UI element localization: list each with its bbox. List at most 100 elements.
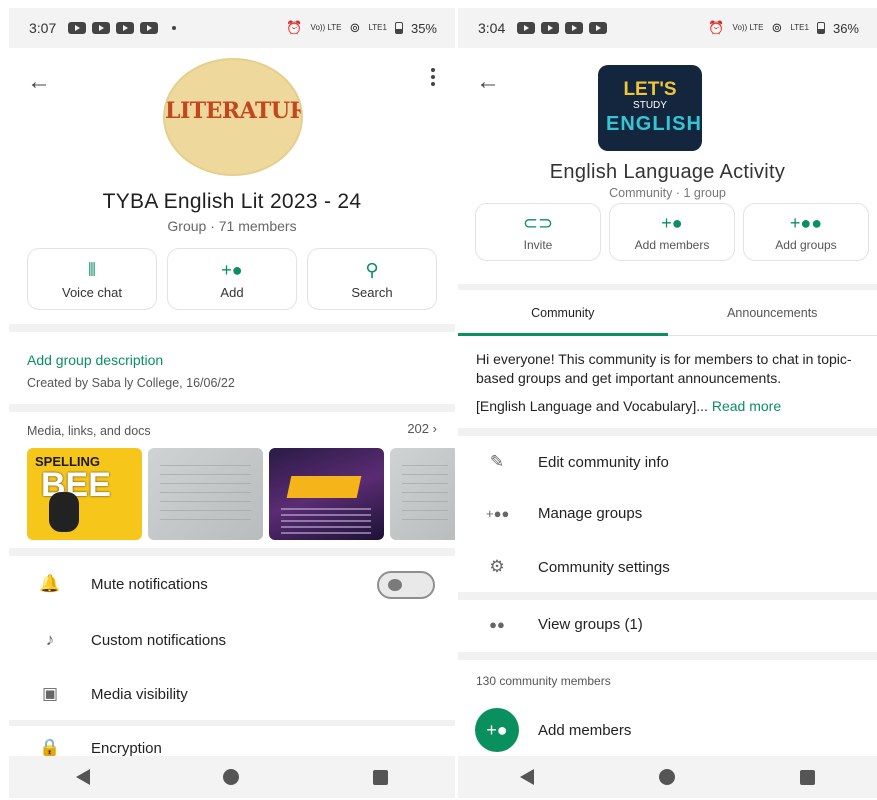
mute-toggle[interactable] xyxy=(377,571,435,599)
community-meta: Community · 1 group xyxy=(609,186,726,200)
add-button[interactable]: +● Add xyxy=(167,248,297,310)
chevron-right-icon: › xyxy=(432,421,437,436)
search-label: Search xyxy=(351,284,393,300)
status-bar: 3:07 ⏰ Vo)) LTE ⊚ LTE1 35% xyxy=(9,8,455,48)
custom-notifications-row[interactable]: ♪ Custom notifications xyxy=(9,630,455,650)
youtube-notification-icon xyxy=(116,22,135,34)
section-divider xyxy=(458,652,877,660)
search-button[interactable]: ⚲ Search xyxy=(307,248,437,310)
row-label: Community settings xyxy=(538,558,670,576)
youtube-notification-icon xyxy=(541,22,560,34)
nav-back-icon[interactable] xyxy=(520,769,535,785)
group-avatar[interactable]: LITERATURE xyxy=(163,58,303,176)
add-groups-label: Add groups xyxy=(775,238,837,252)
add-members-label: Add members xyxy=(634,238,710,252)
more-notifications-dot-icon xyxy=(172,26,177,30)
invite-button[interactable]: ⊂⊃ Invite xyxy=(475,203,601,261)
more-options-icon[interactable] xyxy=(431,68,435,89)
search-icon: ⚲ xyxy=(365,259,379,280)
add-person-icon: +● xyxy=(221,259,243,280)
tab-announcements[interactable]: Announcements xyxy=(668,290,877,335)
gear-icon: ⚙ xyxy=(489,557,505,576)
manage-groups-icon: +●● xyxy=(486,506,510,521)
status-time: 3:04 xyxy=(478,20,506,36)
nav-recents-icon[interactable] xyxy=(799,769,815,785)
row-label: View groups (1) xyxy=(538,616,643,633)
row-label: Encryption xyxy=(91,739,162,757)
battery-percent: 36% xyxy=(832,20,859,36)
community-info-screen: 3:04 ⏰ Vo)) LTE ⊚ LTE1 36% ← LET'S STUDY… xyxy=(458,8,877,798)
media-thumb-spelling-bee[interactable]: SPELLING BEE xyxy=(27,448,142,540)
group-actions: ⦀ Voice chat +● Add ⚲ Search xyxy=(27,248,437,310)
hotspot-icon: ⊚ xyxy=(349,20,361,35)
row-label: Add members xyxy=(538,721,632,739)
voice-chat-icon: ⦀ xyxy=(88,259,96,280)
read-more-link[interactable]: Read more xyxy=(712,398,781,414)
alarm-icon: ⏰ xyxy=(286,20,303,35)
nav-recents-icon[interactable] xyxy=(373,769,389,785)
music-note-icon: ♪ xyxy=(45,630,55,649)
avatar-text: ENGLISH xyxy=(606,113,702,135)
youtube-notification-icon xyxy=(589,22,608,34)
community-name: English Language Activity xyxy=(549,161,786,183)
community-settings-row[interactable]: ⚙ Community settings xyxy=(458,557,877,577)
youtube-notification-icon xyxy=(140,22,159,34)
row-label: Edit community info xyxy=(538,453,669,471)
row-label: Manage groups xyxy=(538,505,643,522)
media-count: 202 xyxy=(407,421,430,436)
community-avatar[interactable]: LET'S STUDY ENGLISH xyxy=(598,65,702,151)
volte-indicator: Vo)) LTE xyxy=(732,23,764,32)
view-groups-row[interactable]: ●● View groups (1) xyxy=(458,616,877,633)
section-divider xyxy=(458,428,877,436)
media-thumb-document[interactable] xyxy=(148,448,263,540)
group-meta: Group · 71 members xyxy=(167,218,297,234)
tab-community[interactable]: Community xyxy=(458,290,668,336)
nav-home-icon[interactable] xyxy=(658,769,675,785)
add-members-button[interactable]: +● Add members xyxy=(609,203,735,261)
image-icon: ▣ xyxy=(41,684,59,703)
status-bar: 3:04 ⏰ Vo)) LTE ⊚ LTE1 36% xyxy=(458,8,877,48)
community-description: Hi everyone! This community is for membe… xyxy=(476,351,852,386)
battery-icon xyxy=(816,22,825,34)
media-count-link[interactable]: 202 › xyxy=(407,421,437,436)
avatar-text: LET'S xyxy=(623,79,677,100)
voice-chat-button[interactable]: ⦀ Voice chat xyxy=(27,248,157,310)
nav-back-icon[interactable] xyxy=(75,769,90,785)
media-thumb-document[interactable] xyxy=(390,448,455,540)
add-group-description-link[interactable]: Add group description xyxy=(27,352,163,368)
nav-home-icon[interactable] xyxy=(223,769,240,785)
row-label: Media visibility xyxy=(91,685,188,703)
add-label: Add xyxy=(220,284,244,300)
manage-groups-row[interactable]: +●● Manage groups xyxy=(458,505,877,522)
volte-indicator: Vo)) LTE xyxy=(310,23,342,32)
media-section-label: Media, links, and docs xyxy=(27,424,151,438)
description-snippet: [English Language and Vocabulary]... xyxy=(476,398,708,414)
section-divider xyxy=(9,404,455,412)
add-members-row[interactable]: +● Add members xyxy=(458,708,877,752)
media-visibility-row[interactable]: ▣ Media visibility xyxy=(9,684,455,704)
add-groups-button[interactable]: +●● Add groups xyxy=(743,203,869,261)
group-info-screen: 3:07 ⏰ Vo)) LTE ⊚ LTE1 35% ← LITERATURE … xyxy=(9,8,455,798)
encryption-row[interactable]: 🔒 Encryption xyxy=(9,738,455,758)
avatar-text: LITERATURE xyxy=(165,98,301,124)
community-description-more: [English Language and Vocabulary]... Rea… xyxy=(476,397,863,416)
alarm-icon: ⏰ xyxy=(708,20,725,35)
media-thumb-flyer[interactable] xyxy=(269,448,384,540)
back-arrow-icon[interactable]: ← xyxy=(27,70,51,94)
youtube-notification-icon xyxy=(68,22,87,34)
status-time: 3:07 xyxy=(29,20,57,36)
add-group-icon: +●● xyxy=(789,213,823,233)
pencil-icon: ✎ xyxy=(489,452,505,471)
lte-signal-icon: LTE1 xyxy=(368,23,387,32)
section-divider xyxy=(9,548,455,556)
edit-community-info-row[interactable]: ✎ Edit community info xyxy=(458,452,877,472)
battery-percent: 35% xyxy=(410,20,437,36)
section-divider xyxy=(9,324,455,332)
group-name: TYBA English Lit 2023 - 24 xyxy=(102,190,362,213)
battery-icon xyxy=(394,22,403,34)
row-label: Mute notifications xyxy=(91,575,208,593)
hotspot-icon: ⊚ xyxy=(771,20,783,35)
row-label: Custom notifications xyxy=(91,631,227,649)
system-nav-bar xyxy=(458,756,877,798)
back-arrow-icon[interactable]: ← xyxy=(476,70,500,94)
